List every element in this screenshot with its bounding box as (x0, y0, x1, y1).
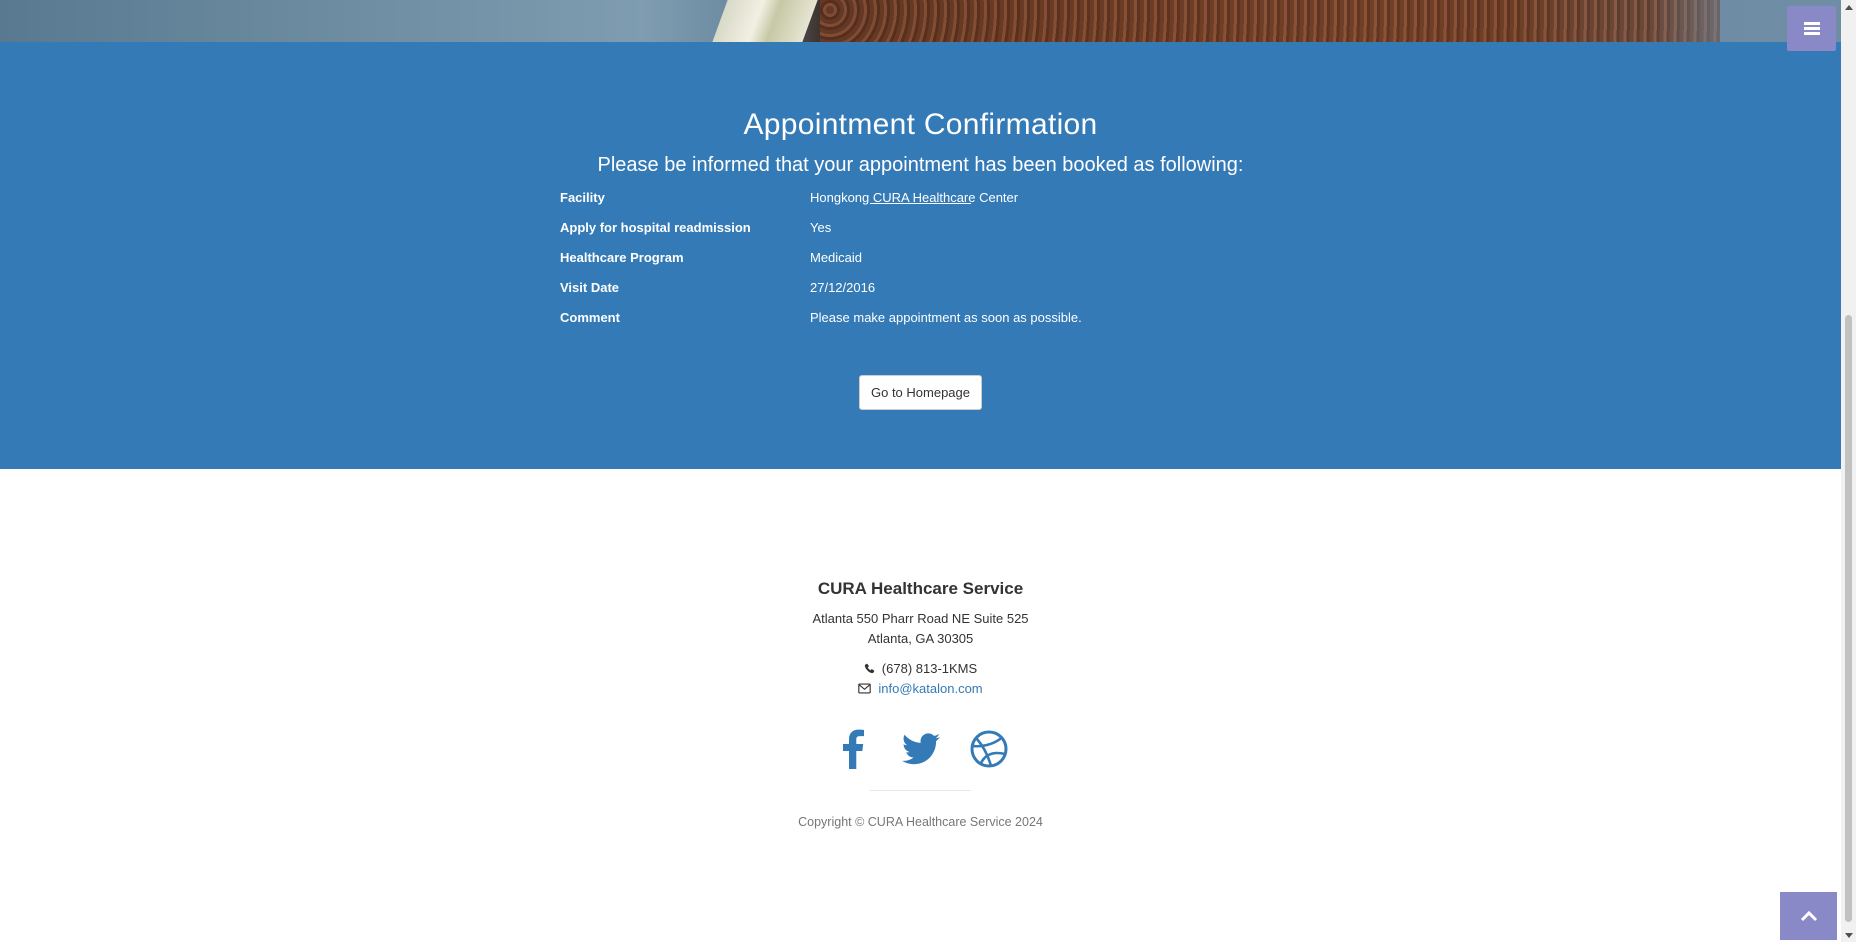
detail-row-visit-date: Visit Date 27/12/2016 (560, 280, 1260, 306)
confirmation-lead: Please be informed that your appointment… (597, 154, 1244, 176)
chevron-up-icon (1800, 910, 1817, 922)
envelope-icon (858, 683, 872, 694)
address-line-2: Atlanta, GA 30305 (867, 631, 974, 646)
scroll-down-arrow[interactable] (1841, 928, 1856, 942)
social-links (0, 727, 1841, 771)
phone-contact: (678) 813-1KMS (0, 661, 1841, 676)
facebook-link[interactable] (833, 727, 873, 771)
triangle-down-icon (1844, 932, 1853, 938)
dribbble-link[interactable] (969, 727, 1009, 771)
scroll-up-arrow[interactable] (1841, 0, 1856, 14)
detail-label: Apply for hospital readmission (560, 220, 751, 235)
menu-toggle-button[interactable] (1787, 6, 1836, 51)
go-to-homepage-button[interactable]: Go to Homepage (859, 375, 982, 410)
detail-row-readmission: Apply for hospital readmission Yes (560, 220, 1260, 246)
facebook-icon (842, 729, 864, 769)
vertical-scrollbar[interactable] (1841, 0, 1856, 942)
twitter-link[interactable] (901, 727, 941, 771)
hamburger-menu-icon (1803, 22, 1820, 35)
scrollbar-thumb[interactable] (1845, 315, 1852, 922)
page-title: Appointment Confirmation (743, 108, 1098, 141)
phone-number: (678) 813-1KMS (881, 661, 978, 676)
page: Appointment Confirmation Please be infor… (0, 0, 1841, 942)
appointment-confirmation-section: Appointment Confirmation Please be infor… (0, 42, 1841, 469)
visit-date-value: 27/12/2016 (810, 280, 876, 295)
readmission-value: Yes (810, 220, 832, 235)
hero-image-dog (820, 0, 1720, 42)
detail-row-facility: Facility Hongkong CURA Healthcare Center (560, 190, 1260, 216)
hero-image-paper (712, 0, 818, 42)
detail-label: Healthcare Program (560, 250, 684, 265)
dribbble-icon (970, 730, 1007, 768)
address-line-1: Atlanta 550 Pharr Road NE Suite 525 (812, 611, 1029, 626)
footer: CURA Healthcare Service Atlanta 550 Phar… (0, 469, 1841, 942)
email-link[interactable]: info@katalon.com (878, 681, 982, 696)
hero-image (0, 0, 1841, 42)
program-value: Medicaid (810, 250, 863, 265)
detail-label: Facility (560, 190, 605, 205)
facility-value: Hongkong CURA Healthcare Center (810, 190, 1019, 205)
comment-value: Please make appointment as soon as possi… (810, 310, 1082, 325)
scroll-to-top-button[interactable] (1780, 892, 1837, 940)
email-contact: info@katalon.com (0, 681, 1841, 696)
phone-icon (864, 663, 875, 674)
detail-label: Comment (560, 310, 620, 325)
detail-row-program: Healthcare Program Medicaid (560, 250, 1260, 276)
triangle-up-icon (1844, 4, 1853, 10)
twitter-icon (901, 733, 940, 765)
detail-row-comment: Comment Please make appointment as soon … (560, 310, 1260, 336)
detail-label: Visit Date (560, 280, 620, 295)
footer-brand: CURA Healthcare Service (817, 579, 1024, 598)
footer-divider (870, 790, 971, 791)
copyright-text: Copyright © CURA Healthcare Service 2024 (798, 815, 1043, 829)
